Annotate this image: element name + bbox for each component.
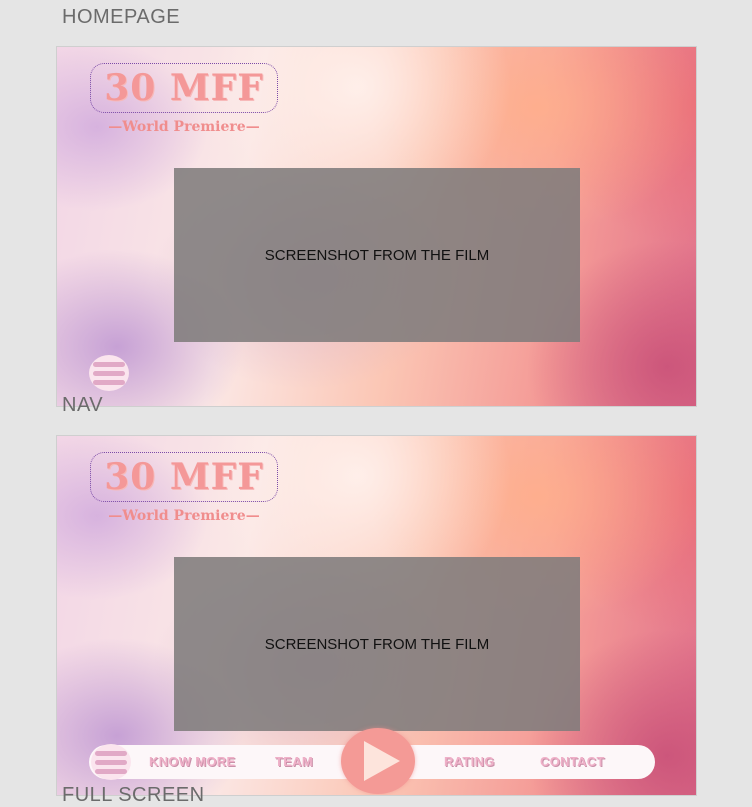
homepage-artboard: 30 MFF —World Premiere— SCREENSHOT FROM … xyxy=(56,46,697,407)
film-screenshot-placeholder: SCREENSHOT FROM THE FILM xyxy=(174,168,580,342)
hamburger-menu-icon[interactable] xyxy=(89,355,129,391)
film-screenshot-label: SCREENSHOT FROM THE FILM xyxy=(264,635,490,653)
play-icon xyxy=(364,741,400,781)
homepage-label: HOMEPAGE xyxy=(62,6,181,28)
nav-artboard: 30 MFF —World Premiere— SCREENSHOT FROM … xyxy=(56,435,697,796)
nav-bar: KNOW MORE TEAM RATING CONTACT xyxy=(89,728,655,794)
nav-link-contact[interactable]: CONTACT xyxy=(540,754,605,769)
hamburger-menu-icon[interactable] xyxy=(91,744,131,780)
logo[interactable]: 30 MFF xyxy=(90,63,278,113)
logo-title: 30 MFF xyxy=(104,456,264,498)
logo[interactable]: 30 MFF xyxy=(90,452,278,502)
nav-link-rating[interactable]: RATING xyxy=(444,754,495,769)
logo-subtitle: —World Premiere— xyxy=(108,119,260,135)
film-screenshot-placeholder: SCREENSHOT FROM THE FILM xyxy=(174,557,580,731)
play-button[interactable] xyxy=(341,728,415,794)
logo-subtitle: —World Premiere— xyxy=(108,508,260,524)
nav-label: NAV xyxy=(62,394,104,416)
nav-link-know-more[interactable]: KNOW MORE xyxy=(149,754,235,769)
logo-title: 30 MFF xyxy=(104,67,264,109)
fullscreen-label: FULL SCREEN xyxy=(62,784,205,806)
nav-link-team[interactable]: TEAM xyxy=(275,754,313,769)
film-screenshot-label: SCREENSHOT FROM THE FILM xyxy=(264,246,490,264)
